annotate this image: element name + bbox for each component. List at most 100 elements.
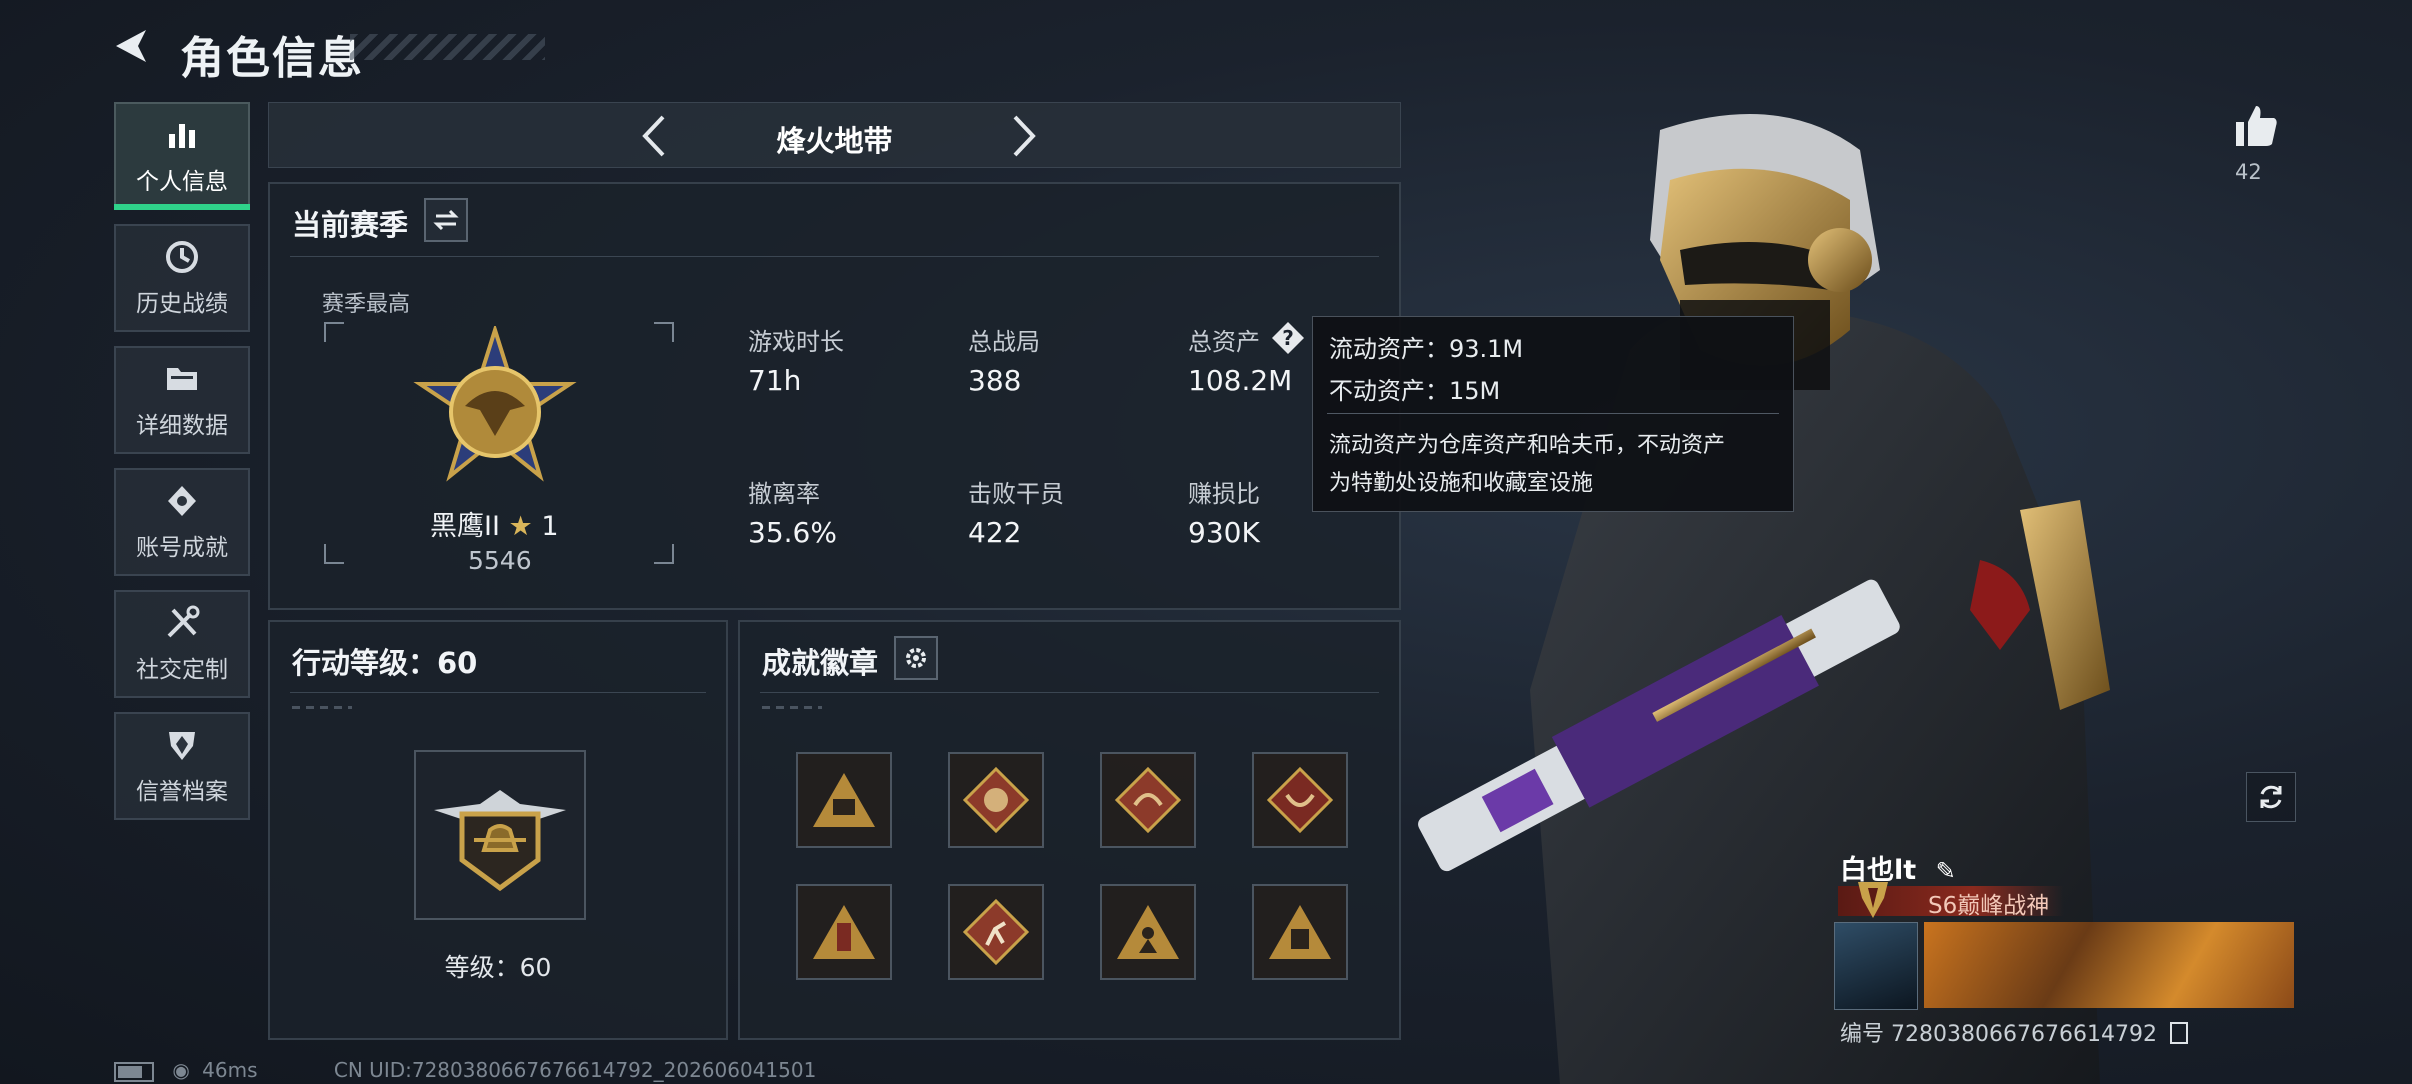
badge-slot[interactable] (796, 752, 892, 848)
tooltip-divider (1327, 413, 1779, 414)
rank-stars: 1 (541, 511, 559, 542)
rank-score: 5546 (468, 546, 532, 575)
badges-title: 成就徽章 (762, 646, 879, 680)
thumbs-up-icon[interactable] (2230, 100, 2280, 150)
stat-label-kills: 击败干员 (968, 480, 1064, 508)
page-title: 角色信息 (180, 33, 364, 84)
svg-text:?: ? (1282, 326, 1294, 350)
copy-icon[interactable] (2169, 1022, 2188, 1044)
stat-label-extraction-rate: 撤离率 (748, 480, 820, 508)
achievement-icon (168, 486, 196, 516)
gear-icon (906, 648, 926, 668)
badge-crate-icon (1269, 905, 1331, 959)
rank-title: S6巅峰战神 (1928, 893, 2050, 919)
badge-slot[interactable] (1252, 752, 1348, 848)
badge-slot[interactable] (1252, 884, 1348, 980)
sidebar-item-detailed-data[interactable]: 详细数据 (114, 346, 250, 454)
uid-text: CN UID:7280380667676614792_202606041501 (333, 1058, 817, 1082)
frame-corner (324, 322, 344, 342)
level-text: 等级：60 (444, 953, 552, 982)
season-panel: 当前赛季 赛季最高 黑鹰II ★ 1 5546 游戏时长 71h 总战局 388… (268, 182, 1401, 610)
level-title: 行动等级：60 (292, 646, 478, 680)
header: 角色信息 (110, 18, 570, 84)
stat-value-playtime: 71h (748, 364, 802, 397)
frame-corner (654, 544, 674, 564)
sidebar-item-achievements[interactable]: 账号成就 (114, 468, 250, 576)
tooltip-description-line2: 为特勤处设施和收藏室设施 (1329, 471, 1594, 496)
badge-slot[interactable] (948, 884, 1044, 980)
sidebar-item-label: 信誉档案 (136, 779, 228, 805)
tooltip-liquid-assets: 流动资产：93.1M (1329, 335, 1524, 363)
tooltip-description-line1: 流动资产为仓库资产和哈夫币，不动资产 (1329, 433, 1726, 458)
sidebar-item-label: 账号成就 (136, 535, 228, 561)
mode-label: 烽火地带 (776, 124, 893, 158)
likes-count: 42 (2235, 160, 2262, 184)
edit-pencil-icon[interactable]: ✎ (1936, 857, 1956, 885)
status-bar: ◉ 46ms CN UID:7280380667676614792_202606… (114, 1058, 816, 1082)
stat-label-playtime: 游戏时长 (748, 328, 844, 356)
rank-badge-icon (1858, 882, 1888, 918)
stat-value-total-assets: 108.2M (1188, 364, 1293, 397)
sidebar-item-personal-info[interactable]: 个人信息 (114, 102, 250, 210)
badge-wolf-icon (962, 766, 1030, 834)
player-id-text: 编号 7280380667676614792 (1840, 1022, 2157, 1047)
badge-58-icon (813, 773, 875, 827)
badge-dragon-icon (1114, 766, 1182, 834)
stat-value-extraction-rate: 35.6% (748, 516, 837, 549)
rank-emblem-icon (413, 326, 577, 482)
history-clock-icon (166, 241, 198, 273)
sidebar-item-label: 社交定制 (136, 657, 228, 683)
sidebar-item-label: 个人信息 (136, 169, 228, 195)
frame-corner (324, 544, 344, 564)
stat-value-kills: 422 (968, 516, 1022, 549)
badge-slot[interactable] (1100, 752, 1196, 848)
decor-ticks (762, 706, 822, 709)
refresh-button[interactable] (2246, 772, 2296, 822)
stat-value-profit-ratio: 930K (1188, 516, 1260, 549)
season-best-label: 赛季最高 (322, 292, 411, 317)
badge-tower-icon (813, 905, 875, 959)
switch-season-button[interactable] (424, 198, 468, 242)
sidebar-item-label: 详细数据 (136, 413, 228, 439)
swap-icon (433, 209, 459, 231)
back-arrow-icon[interactable] (110, 26, 150, 66)
chevron-right-icon[interactable] (999, 109, 1049, 163)
bar-chart-icon (169, 124, 195, 148)
sidebar-item-label: 历史战绩 (136, 291, 228, 317)
mode-selector: 烽火地带 (268, 102, 1401, 168)
refresh-icon (2260, 785, 2282, 809)
badge-slot[interactable] (948, 752, 1044, 848)
sidebar-item-history[interactable]: 历史战绩 (114, 224, 250, 332)
tooltip-fixed-assets: 不动资产：15M (1329, 377, 1501, 405)
folder-icon (167, 368, 197, 390)
star-icon: ★ (508, 511, 533, 542)
badge-figure-icon (1117, 905, 1179, 959)
rank-name-text: 黑鹰II (430, 511, 500, 542)
wifi-icon: ◉ (172, 1058, 190, 1082)
stat-label-total-matches: 总战局 (968, 328, 1040, 356)
badges-panel: 成就徽章 (738, 620, 1401, 1040)
shield-icon (169, 732, 195, 760)
battery-icon (114, 1061, 154, 1082)
stat-label-profit-ratio: 赚损比 (1188, 480, 1260, 508)
stat-value-total-matches: 388 (968, 364, 1022, 397)
latency: 46ms (202, 1058, 258, 1082)
decor-ticks (292, 706, 352, 709)
badge-slot[interactable] (1100, 884, 1196, 980)
badge-slot[interactable] (796, 884, 892, 980)
assets-tooltip: 流动资产：93.1M 不动资产：15M 流动资产为仓库资产和哈夫币，不动资产 为… (1312, 316, 1794, 512)
level-emblem-frame (414, 750, 586, 920)
help-icon[interactable]: ? (1270, 320, 1306, 356)
tools-icon (167, 605, 200, 638)
avatar (1834, 922, 1918, 1010)
frame-corner (654, 322, 674, 342)
badge-runner-icon (962, 898, 1030, 966)
title-decoration (350, 34, 545, 60)
sidebar-item-credit-record[interactable]: 信誉档案 (114, 712, 250, 820)
season-title: 当前赛季 (292, 208, 409, 242)
player-id: 编号 7280380667676614792 (1840, 1016, 2188, 1048)
level-panel: 行动等级：60 等级：60 (268, 620, 728, 1040)
badge-settings-button[interactable] (894, 636, 938, 680)
player-banner-image (1924, 922, 2294, 1008)
sidebar-item-social-customize[interactable]: 社交定制 (114, 590, 250, 698)
